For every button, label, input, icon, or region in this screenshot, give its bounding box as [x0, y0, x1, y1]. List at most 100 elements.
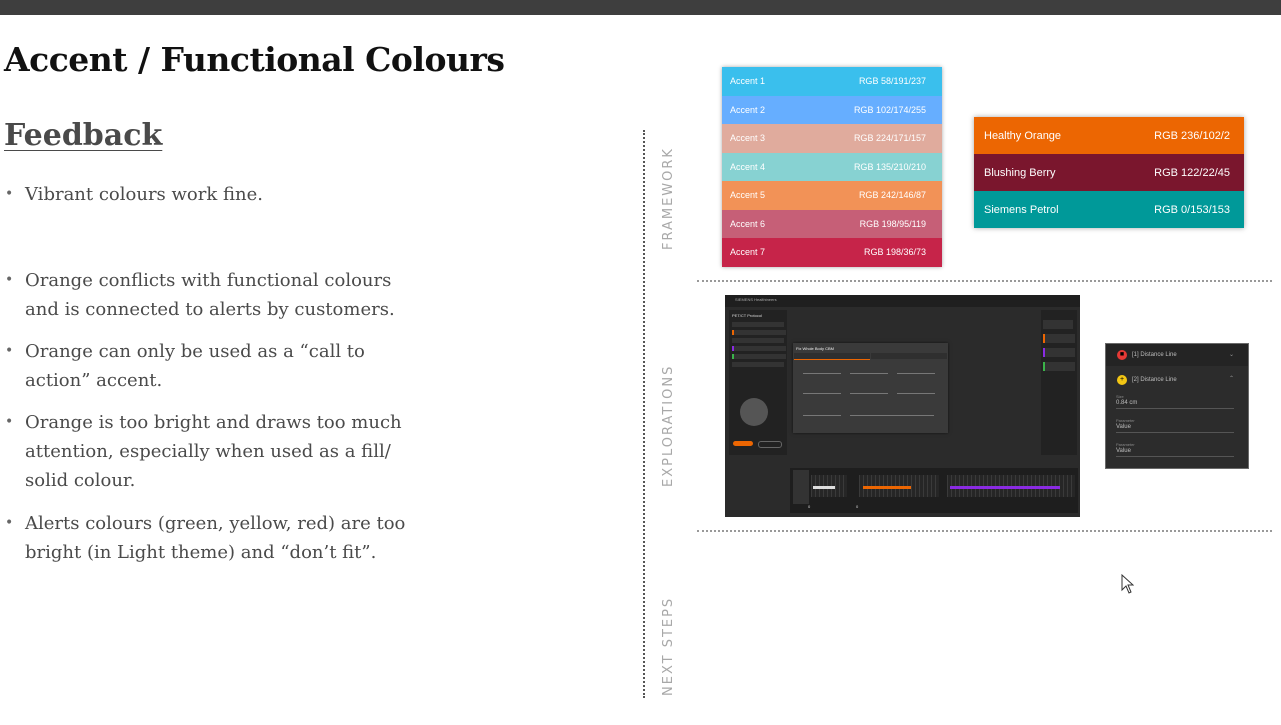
app-list-item	[732, 346, 786, 351]
top-bar	[0, 0, 1281, 15]
field-underline	[1116, 408, 1234, 409]
app-left-panel: PET/CT Protocol	[729, 310, 787, 455]
app-field	[803, 415, 841, 416]
feedback-item: Vibrant colours work fine.	[4, 180, 424, 209]
app-range-bar	[813, 486, 835, 489]
accent-swatch: Accent 3 RGB 224/171/157	[722, 124, 942, 153]
app-dialog-tab	[871, 353, 947, 359]
chevron-up-icon: ⌃	[1229, 376, 1235, 382]
app-range-bar	[863, 486, 911, 489]
app-field	[897, 373, 935, 374]
accent-swatch: Accent 1 RGB 58/191/237	[722, 67, 942, 96]
field-label: Parameter	[1116, 418, 1135, 423]
swatch-value: RGB 198/95/119	[859, 218, 926, 229]
swatch-name: Accent 6	[730, 218, 766, 229]
app-list-item	[732, 354, 786, 359]
app-range-bar	[950, 486, 1060, 489]
swatch-name: Siemens Petrol	[984, 203, 1059, 216]
feedback-item: Orange is too bright and draws too much …	[4, 408, 424, 495]
swatch-name: Accent 5	[730, 190, 766, 201]
app-list-item	[732, 338, 784, 343]
app-range-item	[1043, 334, 1075, 343]
app-list-item	[732, 362, 784, 367]
distance-label: [2] Distance Line	[1132, 377, 1177, 383]
mouse-pointer-icon	[1121, 574, 1134, 594]
app-dial-icon	[740, 398, 768, 426]
accent-swatch: Accent 2 RGB 102/174/255	[722, 95, 942, 124]
app-dialog-tab	[794, 353, 870, 360]
app-timeline-tick: 0	[856, 504, 859, 509]
section-divider	[697, 530, 1272, 532]
swatch-value: RGB 122/22/45	[1154, 166, 1230, 179]
swatch-name: Accent 7	[730, 247, 766, 258]
app-field	[850, 373, 888, 374]
functional-swatch: Siemens Petrol RGB 0/153/153	[974, 191, 1244, 228]
field-label: Size	[1116, 394, 1124, 399]
app-range-item	[1043, 320, 1073, 329]
accent-swatch: Accent 4 RGB 135/210/210	[722, 152, 942, 181]
section-label-next-steps: NEXT STEPS	[661, 596, 676, 696]
field-underline	[1116, 456, 1234, 457]
swatch-name: Accent 1	[730, 76, 766, 87]
accent-palette: Accent 1 RGB 58/191/237 Accent 2 RGB 102…	[722, 67, 942, 267]
swatch-name: Blushing Berry	[984, 166, 1056, 179]
swatch-value: RGB 224/171/157	[853, 133, 926, 144]
app-outline-button	[758, 441, 782, 448]
swatch-name: Accent 3	[730, 133, 766, 144]
field-value: Value	[1116, 448, 1131, 454]
field-value: 0.84 cm	[1116, 400, 1138, 406]
app-range-item	[1043, 348, 1075, 357]
app-field	[850, 415, 934, 416]
swatch-value: RGB 135/210/210	[853, 161, 926, 172]
app-field	[897, 393, 935, 394]
swatch-value: RGB 242/146/87	[858, 190, 926, 201]
stop-icon: ■	[1117, 350, 1127, 360]
swatch-value: RGB 198/36/73	[863, 247, 926, 258]
feedback-heading: Feedback	[4, 118, 163, 153]
section-label-explorations: EXPLORATIONS	[661, 364, 676, 487]
feedback-item: Alerts colours (green, yellow, red) are …	[4, 509, 424, 567]
functional-palette: Healthy Orange RGB 236/102/2 Blushing Be…	[974, 117, 1244, 228]
app-field	[803, 393, 841, 394]
section-label-framework: FRAMEWORK	[661, 147, 676, 250]
app-brand: SIEMENS Healthineers	[735, 297, 777, 302]
feedback-item: Orange conflicts with functional colours…	[4, 266, 424, 324]
distance-label: [1] Distance Line	[1132, 352, 1177, 358]
distance-line-panel: ■ [1] Distance Line ⌄ + [2] Distance Lin…	[1105, 343, 1249, 469]
slide-title: Accent / Functional Colours	[4, 40, 505, 79]
accent-swatch: Accent 7 RGB 198/36/73	[722, 238, 942, 267]
app-range-item	[1043, 362, 1075, 371]
swatch-value: RGB 102/174/255	[853, 104, 926, 115]
app-dialog-title: Fix Whole Body CBM	[796, 346, 835, 351]
app-right-panel	[1041, 310, 1077, 455]
app-protocol-title: PET/CT Protocol	[732, 313, 762, 318]
chevron-down-icon: ⌄	[1229, 352, 1235, 358]
app-timeline-tools	[793, 470, 809, 504]
functional-swatch: Blushing Berry RGB 122/22/45	[974, 154, 1244, 191]
exploration-app-screenshot: SIEMENS Healthineers PET/CT Protocol Fix…	[725, 295, 1080, 517]
app-field	[850, 393, 888, 394]
section-divider-vertical	[643, 130, 645, 698]
app-dialog: Fix Whole Body CBM	[793, 343, 948, 433]
app-orange-button	[733, 441, 753, 446]
app-header: SIEMENS Healthineers	[725, 295, 1080, 307]
plus-icon: +	[1117, 375, 1127, 385]
distance-row	[1106, 344, 1248, 366]
app-field	[803, 373, 841, 374]
app-list-item	[732, 322, 784, 327]
field-value: Value	[1116, 424, 1131, 430]
functional-swatch: Healthy Orange RGB 236/102/2	[974, 117, 1244, 154]
swatch-value: RGB 0/153/153	[1154, 203, 1230, 216]
swatch-name: Accent 4	[730, 161, 766, 172]
field-label: Parameter	[1116, 442, 1135, 447]
field-underline	[1116, 432, 1234, 433]
swatch-name: Healthy Orange	[984, 129, 1062, 142]
swatch-name: Accent 2	[730, 104, 766, 115]
feedback-item: Orange can only be used as a “call to ac…	[4, 337, 424, 395]
accent-swatch: Accent 6 RGB 198/95/119	[722, 209, 942, 238]
swatch-value: RGB 236/102/2	[1154, 129, 1230, 142]
app-list-item	[732, 330, 786, 335]
section-divider	[697, 280, 1272, 282]
app-timeline-tick: 0	[808, 504, 811, 509]
accent-swatch: Accent 5 RGB 242/146/87	[722, 181, 942, 210]
